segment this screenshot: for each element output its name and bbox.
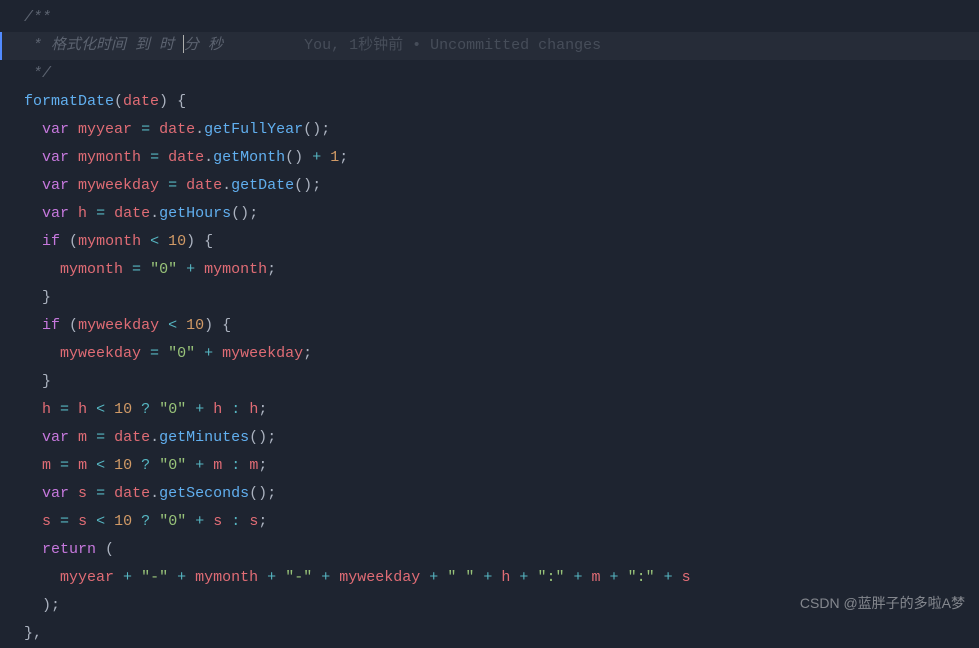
gitlens-message: Uncommitted changes (430, 37, 601, 54)
gitlens-separator: • (403, 37, 430, 54)
comment-text-after: 分 秒 (184, 37, 223, 54)
code-line: myyear + "-" + mymonth + "-" + myweekday… (24, 564, 979, 592)
code-line: var mymonth = date.getMonth() + 1; (24, 144, 979, 172)
code-line: } (24, 368, 979, 396)
code-line: var m = date.getMinutes(); (24, 424, 979, 452)
comment-text: 格式化时间 到 时 (51, 37, 183, 54)
code-line: }, (24, 620, 979, 648)
code-line: var h = date.getHours(); (24, 200, 979, 228)
comment-close: */ (24, 65, 51, 82)
comment-prefix: * (24, 37, 51, 54)
gitlens-annotation: You, 1秒钟前 • Uncommitted changes (223, 37, 601, 54)
code-line-active: * 格式化时间 到 时 分 秒 You, 1秒钟前 • Uncommitted … (24, 32, 979, 60)
code-line: } (24, 284, 979, 312)
code-line: if (myweekday < 10) { (24, 312, 979, 340)
code-line: h = h < 10 ? "0" + h : h; (24, 396, 979, 424)
gitlens-author: You, (304, 37, 349, 54)
code-line: var myyear = date.getFullYear(); (24, 116, 979, 144)
code-editor[interactable]: /** * 格式化时间 到 时 分 秒 You, 1秒钟前 • Uncommit… (0, 0, 979, 648)
code-line: var myweekday = date.getDate(); (24, 172, 979, 200)
code-line: s = s < 10 ? "0" + s : s; (24, 508, 979, 536)
code-line: m = m < 10 ? "0" + m : m; (24, 452, 979, 480)
watermark: CSDN @蓝胖子的多啦A梦 (800, 589, 965, 617)
gitlens-time: 1秒钟前 (349, 37, 403, 54)
code-line: /** (24, 4, 979, 32)
comment-open: /** (24, 9, 51, 26)
code-line: if (mymonth < 10) { (24, 228, 979, 256)
code-line: mymonth = "0" + mymonth; (24, 256, 979, 284)
code-line: var s = date.getSeconds(); (24, 480, 979, 508)
code-line: formatDate(date) { (24, 88, 979, 116)
code-line: myweekday = "0" + myweekday; (24, 340, 979, 368)
function-name: formatDate (24, 93, 114, 110)
code-line: return ( (24, 536, 979, 564)
parameter: date (123, 93, 159, 110)
code-line: */ (24, 60, 979, 88)
